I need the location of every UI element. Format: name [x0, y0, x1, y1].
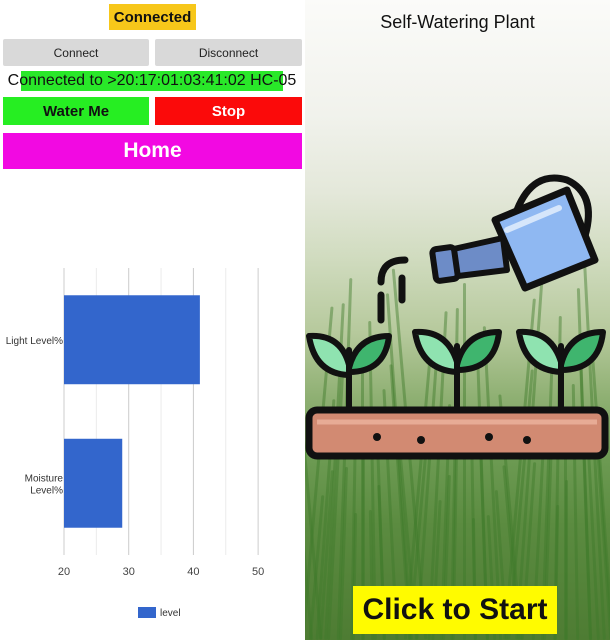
- status-badge: Connected: [109, 4, 196, 30]
- x-tick-label: 40: [187, 566, 199, 578]
- bar: [64, 438, 123, 528]
- legend-swatch: [138, 607, 156, 618]
- y-category-label: Light Level%: [6, 336, 63, 347]
- connection-info: Connected to >20:17:01:03:41:02 HC-05: [7, 71, 297, 91]
- control-panel: Connected Connect Disconnect Connected t…: [0, 0, 305, 640]
- start-screen: Self-Watering Plant Click to Start: [305, 0, 610, 640]
- disconnect-button[interactable]: Disconnect: [155, 39, 302, 66]
- home-button[interactable]: Home: [3, 133, 302, 169]
- y-category-label: Moisture: [25, 473, 64, 484]
- legend-label: level: [160, 608, 181, 619]
- stop-button[interactable]: Stop: [155, 97, 302, 125]
- click-to-start-button[interactable]: Click to Start: [353, 586, 557, 634]
- x-tick-label: 50: [252, 566, 264, 578]
- watering-can-plants-icon: [305, 174, 609, 460]
- y-category-label: Level%: [30, 485, 63, 496]
- x-tick-label: 30: [123, 566, 135, 578]
- x-tick-label: 20: [58, 566, 70, 578]
- connect-button[interactable]: Connect: [3, 39, 149, 66]
- bar: [64, 295, 200, 385]
- level-bar-chart: 20 30 40 50 Light Level% MoistureLevel% level: [6, 268, 264, 619]
- app-title: Self-Watering Plant: [380, 12, 535, 32]
- water-me-button[interactable]: Water Me: [3, 97, 149, 125]
- grass-blade: [565, 480, 568, 640]
